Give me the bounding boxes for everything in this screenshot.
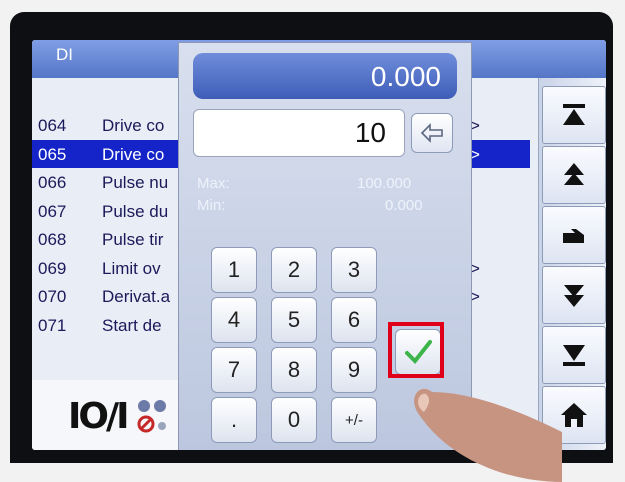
list-item-name: Pulse tir (102, 230, 164, 249)
page-up-button[interactable] (542, 146, 606, 204)
diagnostics-icon[interactable] (132, 394, 172, 438)
list-item-id: 067 (38, 201, 67, 221)
page-down-icon (564, 285, 584, 307)
hand-icon (563, 229, 584, 243)
key-plus-minus[interactable]: +/- (331, 397, 377, 443)
list-item-id: 069 (38, 258, 67, 278)
key-7[interactable]: 7 (211, 347, 257, 393)
key-9[interactable]: 9 (331, 347, 377, 393)
jump-top-icon (563, 104, 585, 125)
list-item-name: Pulse nu (102, 173, 169, 192)
hand-button[interactable] (542, 206, 606, 264)
key-0[interactable]: 0 (271, 397, 317, 443)
key-2[interactable]: 2 (271, 247, 317, 293)
backspace-icon (420, 123, 443, 143)
list-item-name: Start de (102, 315, 162, 335)
finger-image (414, 388, 562, 482)
key-3[interactable]: 3 (331, 247, 377, 293)
key-1[interactable]: 1 (211, 247, 257, 293)
list-item-name: Pulse du (102, 201, 169, 221)
jump-bottom-icon (563, 345, 585, 366)
io-logo[interactable]: IO/I (68, 396, 130, 437)
list-item-name: Drive co (102, 116, 165, 135)
list-item-id: 071 (38, 315, 67, 335)
list-item-name: Limit ov (102, 258, 161, 278)
list-item-name: Derivat.a (102, 287, 171, 306)
result-value: 0.000 (370, 61, 441, 92)
key-6[interactable]: 6 (331, 297, 377, 343)
value-entry-field[interactable]: 10 (193, 109, 405, 157)
list-item-id: 068 (38, 230, 67, 249)
list-item-id: 065 (38, 144, 67, 164)
max-value: 100.000 (357, 175, 412, 192)
page-up-icon (564, 163, 584, 185)
backspace-button[interactable] (411, 113, 453, 153)
list-item-id: 070 (38, 287, 67, 306)
list-item-name: Drive co (102, 144, 165, 164)
highlight-box (388, 322, 444, 378)
result-display: 0.000 (193, 53, 457, 99)
list-item-id: 066 (38, 173, 67, 192)
list-item-id: 064 (38, 116, 67, 135)
home-icon (561, 403, 587, 427)
key-4[interactable]: 4 (211, 297, 257, 343)
min-value: 0.000 (385, 197, 423, 214)
max-label: Max: (197, 175, 230, 192)
window-title: DI (56, 45, 73, 64)
entry-value: 10 (354, 117, 386, 148)
page-down-button[interactable] (542, 266, 606, 324)
min-label: Min: (197, 197, 226, 214)
key-decimal[interactable]: . (211, 397, 257, 443)
jump-top-button[interactable] (542, 86, 606, 144)
key-8[interactable]: 8 (271, 347, 317, 393)
key-5[interactable]: 5 (271, 297, 317, 343)
